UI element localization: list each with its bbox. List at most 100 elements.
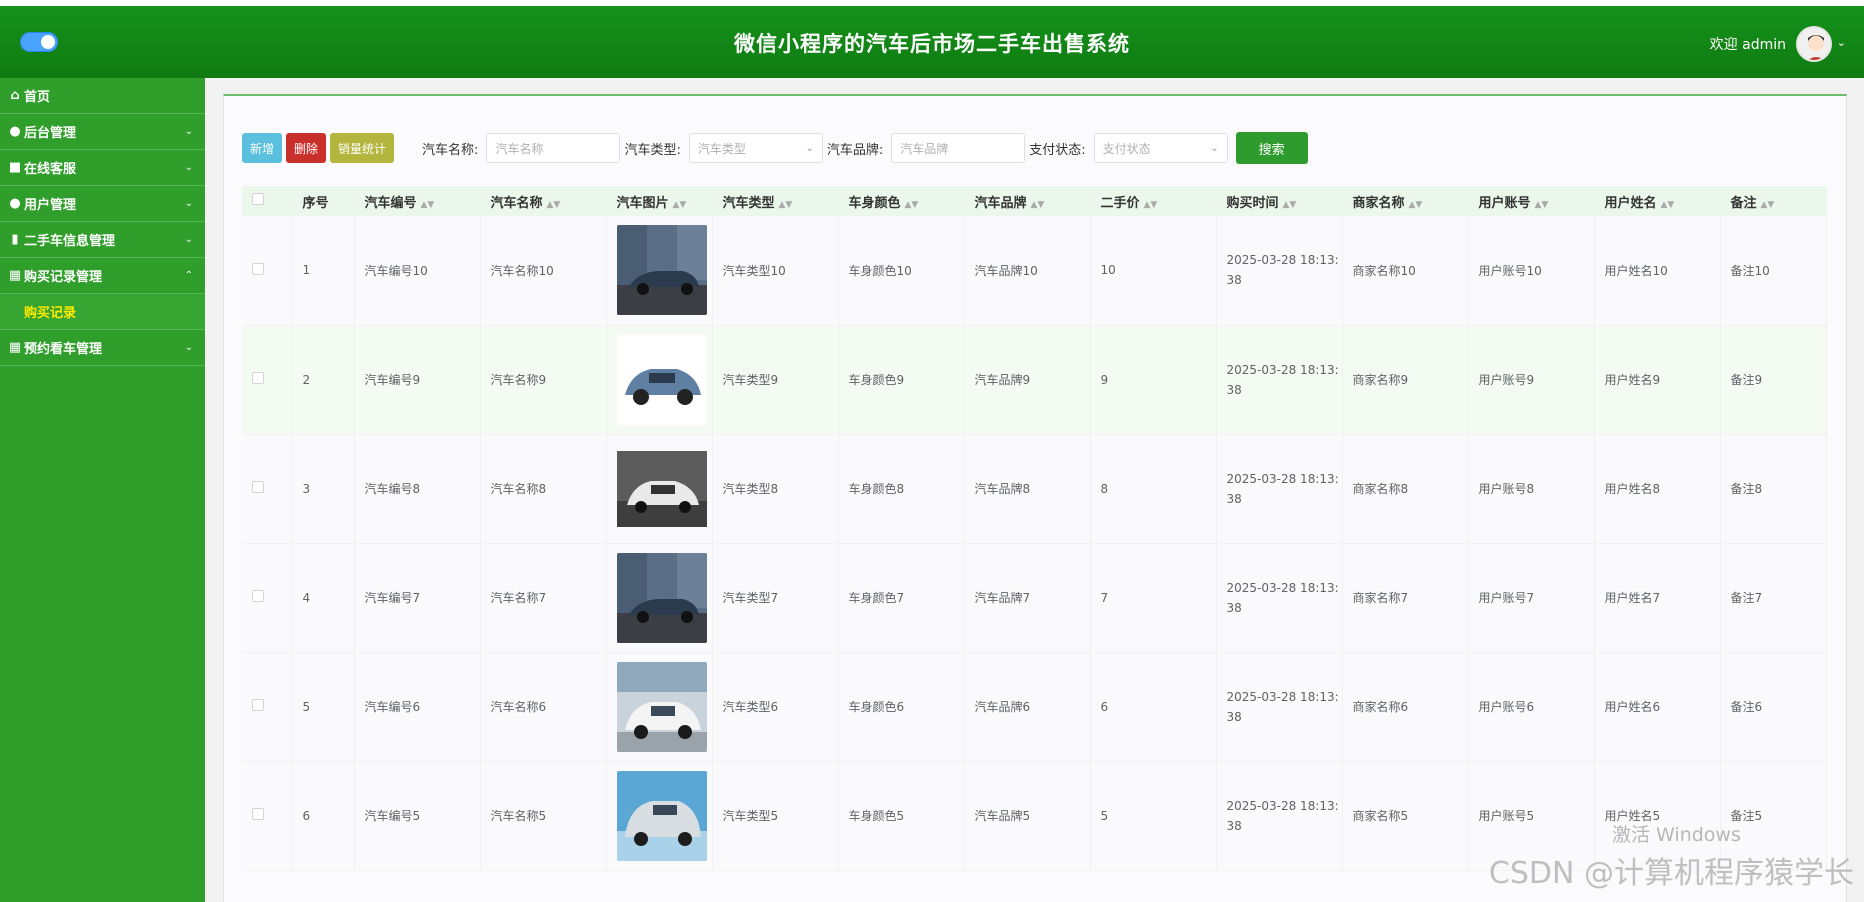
main-content: 新增 删除 销量统计 汽车名称: 汽车名称 汽车类型: 汽车类型 ⌄ 汽车品牌:… xyxy=(205,78,1864,902)
cell-remark: 备注8 xyxy=(1720,434,1827,544)
sort-icon[interactable]: ▲▼ xyxy=(1283,200,1297,210)
cell-car-code: 汽车编号7 xyxy=(354,543,481,653)
chat-icon: ■ xyxy=(8,160,22,175)
car-image-white-hatchback[interactable] xyxy=(616,444,707,534)
row-checkbox-cell[interactable] xyxy=(242,325,293,435)
sales-stats-button[interactable]: 销量统计 xyxy=(330,133,395,163)
purchase-time-line1: 2025-03-28 18:13: xyxy=(1226,689,1339,704)
header-car-type[interactable]: 汽车类型 ▲▼ xyxy=(712,186,839,216)
sort-icon[interactable]: ▲▼ xyxy=(1661,200,1675,210)
header-select-all[interactable] xyxy=(242,186,293,216)
car-brand-label: 汽车品牌: xyxy=(826,142,884,158)
cell-car-image[interactable] xyxy=(606,761,713,871)
car-image-dark-suv-city[interactable] xyxy=(616,552,707,643)
select-all-checkbox[interactable] xyxy=(252,193,264,205)
row-checkbox[interactable] xyxy=(252,699,264,711)
sort-icon[interactable]: ▲▼ xyxy=(547,200,561,210)
add-button[interactable]: 新增 xyxy=(242,133,283,163)
welcome-text: 欢迎 admin xyxy=(1709,37,1786,53)
cell-merchant-name: 商家名称10 xyxy=(1342,216,1469,326)
row-checkbox-cell[interactable] xyxy=(242,216,293,326)
cell-car-image[interactable] xyxy=(606,543,713,653)
row-checkbox-cell[interactable] xyxy=(242,543,293,653)
header-used-price[interactable]: 二手价 ▲▼ xyxy=(1090,186,1217,216)
row-checkbox[interactable] xyxy=(252,481,264,493)
sidebar-item-purchase-records[interactable]: ▦ 购买记录管理 ⌃ xyxy=(0,258,205,294)
sort-icon[interactable]: ▲▼ xyxy=(1409,200,1423,210)
delete-button[interactable]: 删除 xyxy=(286,133,327,163)
sort-icon[interactable]: ▲▼ xyxy=(779,200,793,210)
sidebar-subitem-purchase-record[interactable]: 购买记录 xyxy=(0,294,205,330)
sort-icon[interactable]: ▲▼ xyxy=(905,200,919,210)
sort-icon[interactable]: ▲▼ xyxy=(1031,200,1045,210)
car-image-dark-suv-city[interactable] xyxy=(616,225,707,316)
row-checkbox[interactable] xyxy=(252,372,264,384)
user-avatar[interactable] xyxy=(1796,26,1832,62)
car-image-white-sedan-lot[interactable] xyxy=(616,661,707,752)
header-car-brand[interactable]: 汽车品牌 ▲▼ xyxy=(964,186,1091,216)
row-checkbox-cell[interactable] xyxy=(242,434,293,544)
header-body-color[interactable]: 车身颜色 ▲▼ xyxy=(838,186,965,216)
cell-merchant-name: 商家名称9 xyxy=(1342,325,1469,435)
sidebar-item-users[interactable]: ● 用户管理 ⌄ xyxy=(0,186,205,222)
sidebar-item-viewing-appointments[interactable]: ▦ 预约看车管理 ⌄ xyxy=(0,330,205,366)
car-brand-input[interactable]: 汽车品牌 xyxy=(891,133,1026,163)
header-user-name[interactable]: 用户姓名 ▲▼ xyxy=(1594,186,1721,216)
cell-car-name: 汽车名称10 xyxy=(480,216,607,326)
sidebar-item-used-car-info[interactable]: ▮ 二手车信息管理 ⌄ xyxy=(0,222,205,258)
sidebar-item-backend[interactable]: ● 后台管理 ⌄ xyxy=(0,114,205,150)
table-row[interactable]: 3 汽车编号8 汽车名称8 汽车类型8 车身颜色8 汽车品牌8 8 2025-0… xyxy=(242,434,1827,544)
header-purchase-time[interactable]: 购买时间 ▲▼ xyxy=(1216,186,1343,216)
table-row[interactable]: 1 汽车编号10 汽车名称10 汽车类型10 车身颜色10 汽车品牌10 10 … xyxy=(242,216,1827,326)
purchase-time-line2: 38 xyxy=(1226,709,1242,724)
table-row[interactable]: 4 汽车编号7 汽车名称7 汽车类型7 车身颜色7 汽车品牌7 7 2025-0… xyxy=(242,543,1827,653)
car-name-input[interactable]: 汽车名称 xyxy=(486,133,621,163)
cell-car-image[interactable] xyxy=(606,325,713,435)
pay-status-select[interactable]: 支付状态 ⌄ xyxy=(1093,133,1228,163)
cell-car-image[interactable] xyxy=(606,434,713,544)
cell-user-name: 用户姓名9 xyxy=(1594,325,1721,435)
cell-seq: 4 xyxy=(292,543,355,653)
cell-user-name: 用户姓名10 xyxy=(1594,216,1721,326)
sidebar-item-home[interactable]: ⌂ 首页 xyxy=(0,78,205,114)
car-type-select[interactable]: 汽车类型 ⌄ xyxy=(688,133,823,163)
sort-icon[interactable]: ▲▼ xyxy=(673,200,687,210)
table-row[interactable]: 5 汽车编号6 汽车名称6 汽车类型6 车身颜色6 汽车品牌6 6 2025-0… xyxy=(242,652,1827,762)
header-car-name[interactable]: 汽车名称 ▲▼ xyxy=(480,186,607,216)
cell-car-type: 汽车类型5 xyxy=(712,761,839,871)
car-image-blue-suv[interactable] xyxy=(616,334,707,425)
header-car-image[interactable]: 汽车图片 ▲▼ xyxy=(606,186,713,216)
chevron-up-icon: ⌃ xyxy=(184,270,193,281)
cell-car-image[interactable] xyxy=(606,216,713,326)
cell-merchant-name: 商家名称8 xyxy=(1342,434,1469,544)
cell-car-brand: 汽车品牌8 xyxy=(964,434,1091,544)
header-merchant-name[interactable]: 商家名称 ▲▼ xyxy=(1342,186,1469,216)
sort-icon[interactable]: ▲▼ xyxy=(1144,200,1158,210)
row-checkbox-cell[interactable] xyxy=(242,652,293,762)
grid-icon: ▦ xyxy=(8,340,22,355)
sidebar-item-online-service[interactable]: ■ 在线客服 ⌄ xyxy=(0,150,205,186)
header-remark[interactable]: 备注 ▲▼ xyxy=(1720,186,1827,216)
row-checkbox[interactable] xyxy=(252,262,264,275)
cell-car-code: 汽车编号8 xyxy=(354,434,481,544)
sort-icon[interactable]: ▲▼ xyxy=(1535,200,1549,210)
car-type-label: 汽车类型: xyxy=(624,142,681,158)
cell-car-brand: 汽车品牌6 xyxy=(964,652,1091,762)
system-title: 微信小程序的汽车后市场二手车出售系统 xyxy=(734,32,1130,56)
cell-car-type: 汽车类型6 xyxy=(712,652,839,762)
cell-used-price: 5 xyxy=(1090,761,1217,871)
cell-car-image[interactable] xyxy=(606,652,713,762)
table-row[interactable]: 2 汽车编号9 汽车名称9 汽车类型9 车身颜色9 汽车品牌9 9 2025-0… xyxy=(242,325,1827,435)
header-user-account[interactable]: 用户账号 ▲▼ xyxy=(1468,186,1595,216)
header-car-code[interactable]: 汽车编号 ▲▼ xyxy=(354,186,481,216)
car-image-silver-mpv-sky[interactable] xyxy=(616,770,707,861)
row-checkbox[interactable] xyxy=(252,590,264,602)
sort-icon[interactable]: ▲▼ xyxy=(421,200,435,210)
row-checkbox[interactable] xyxy=(252,808,264,820)
user-menu-chevron-icon[interactable]: ⌄ xyxy=(1837,36,1846,49)
sort-icon[interactable]: ▲▼ xyxy=(1761,200,1775,210)
row-checkbox-cell[interactable] xyxy=(242,761,293,871)
cell-car-code: 汽车编号10 xyxy=(354,216,481,326)
cell-remark: 备注7 xyxy=(1720,543,1827,653)
search-button[interactable]: 搜索 xyxy=(1235,132,1308,164)
